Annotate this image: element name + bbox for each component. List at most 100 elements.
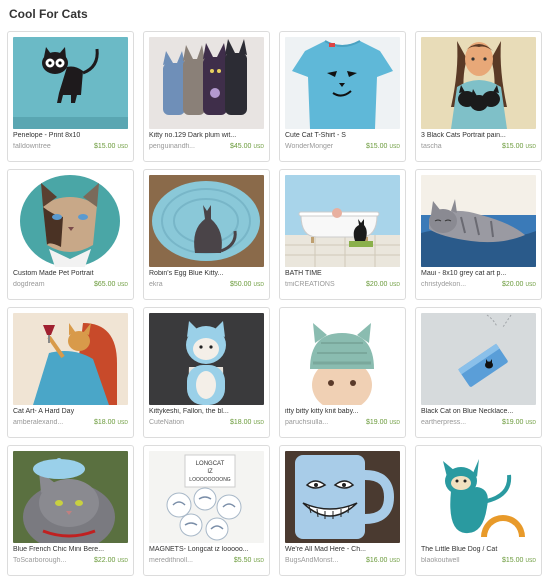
- shop-name[interactable]: BugsAndMonst...: [285, 557, 355, 564]
- listing-thumbnail[interactable]: [13, 175, 128, 267]
- listing-price: $50.00 USD: [230, 281, 264, 288]
- listing-price: $15.00 USD: [502, 557, 536, 564]
- listing-title[interactable]: BATH TIME: [285, 270, 401, 277]
- listing-card[interactable]: Kitty no.129 Dark plum wit... penguinand…: [143, 31, 270, 162]
- price-currency: USD: [117, 144, 128, 150]
- listing-thumbnail[interactable]: [285, 451, 400, 543]
- listing-thumbnail[interactable]: [421, 37, 536, 129]
- listing-thumbnail[interactable]: [285, 37, 400, 129]
- listing-card[interactable]: Robin's Egg Blue Kitty... ekra $50.00 USD: [143, 169, 270, 300]
- item-grid: Penelope - Print 8x10 falldowntree $15.0…: [7, 31, 542, 576]
- listing-card[interactable]: The Little Blue Dog / Cat blaokoutwell $…: [415, 445, 542, 576]
- listing-title[interactable]: The Little Blue Dog / Cat: [421, 546, 537, 553]
- price-amount: $20.00: [502, 281, 524, 288]
- svg-text:IZ: IZ: [207, 469, 213, 475]
- listing-card[interactable]: We're All Mad Here - Ch... BugsAndMonst.…: [279, 445, 406, 576]
- listing-title[interactable]: 3 Black Cats Portrait pain...: [421, 132, 537, 139]
- shop-name[interactable]: eartherpress...: [421, 419, 491, 426]
- listing-title[interactable]: Penelope - Print 8x10: [13, 132, 129, 139]
- listing-price: $5.50 USD: [234, 557, 264, 564]
- price-amount: $18.00: [230, 419, 252, 426]
- listing-card[interactable]: Blue French Chic Mini Bere... ToScarboro…: [7, 445, 134, 576]
- listing-thumbnail[interactable]: [13, 313, 128, 405]
- listing-title[interactable]: Custom Made Pet Portrait: [13, 270, 129, 277]
- svg-text:LONGCAT: LONGCAT: [196, 461, 225, 467]
- treasury-title: Cool For Cats: [9, 7, 88, 21]
- listing-price: $15.00 USD: [94, 143, 128, 150]
- price-amount: $15.00: [366, 143, 388, 150]
- listing-thumbnail[interactable]: [149, 175, 264, 267]
- listing-thumbnail[interactable]: [13, 37, 128, 129]
- listing-card[interactable]: Custom Made Pet Portrait dogdream $65.00…: [7, 169, 134, 300]
- listing-card[interactable]: Maui - 8x10 grey cat art p... christydek…: [415, 169, 542, 300]
- svg-text:LOOOOOOOONG: LOOOOOOOONG: [189, 477, 231, 483]
- listing-price: $20.00 USD: [502, 281, 536, 288]
- shop-name[interactable]: meredithnoll...: [149, 557, 219, 564]
- listing-title[interactable]: Robin's Egg Blue Kitty...: [149, 270, 265, 277]
- shop-name[interactable]: dogdream: [13, 281, 83, 288]
- shop-name[interactable]: ekra: [149, 281, 219, 288]
- listing-title[interactable]: Cat Art- A Hard Day: [13, 408, 129, 415]
- listing-thumbnail[interactable]: [421, 175, 536, 267]
- price-amount: $15.00: [502, 557, 524, 564]
- price-amount: $19.00: [366, 419, 388, 426]
- price-currency: USD: [117, 558, 128, 564]
- listing-title[interactable]: Kitty no.129 Dark plum wit...: [149, 132, 265, 139]
- listing-card[interactable]: Black Cat on Blue Necklace... eartherpre…: [415, 307, 542, 438]
- listing-card[interactable]: Penelope - Print 8x10 falldowntree $15.0…: [7, 31, 134, 162]
- listing-card[interactable]: Cat Art- A Hard Day amberalexand... $18.…: [7, 307, 134, 438]
- shop-name[interactable]: paruchsiulla...: [285, 419, 355, 426]
- shop-name[interactable]: falldowntree: [13, 143, 83, 150]
- listing-title[interactable]: Cute Cat T-Shirt - S: [285, 132, 401, 139]
- price-currency: USD: [389, 144, 400, 150]
- listing-title[interactable]: Kittykeshi, Fallon, the bl...: [149, 408, 265, 415]
- listing-price: $19.00 USD: [502, 419, 536, 426]
- price-amount: $50.00: [230, 281, 252, 288]
- shop-name[interactable]: christydekon...: [421, 281, 491, 288]
- listing-price: $22.00 USD: [94, 557, 128, 564]
- shop-name[interactable]: CuteNation: [149, 419, 219, 426]
- price-currency: USD: [117, 282, 128, 288]
- price-currency: USD: [525, 282, 536, 288]
- listing-title[interactable]: Blue French Chic Mini Bere...: [13, 546, 129, 553]
- shop-name[interactable]: ToScarborough...: [13, 557, 83, 564]
- shop-name[interactable]: tmiCREATIONS: [285, 281, 355, 288]
- shop-name[interactable]: WonderMonger: [285, 143, 355, 150]
- listing-title[interactable]: MAGNETS- Longcat iz looooo...: [149, 546, 265, 553]
- listing-price: $16.00 USD: [366, 557, 400, 564]
- shop-name[interactable]: amberalexand...: [13, 419, 83, 426]
- listing-card[interactable]: Kittykeshi, Fallon, the bl... CuteNation…: [143, 307, 270, 438]
- listing-thumbnail[interactable]: LONGCAT IZ LOOOOOOOONG: [149, 451, 264, 543]
- listing-card[interactable]: LONGCAT IZ LOOOOOOOONG MAGNETS- Longcat …: [143, 445, 270, 576]
- listing-thumbnail[interactable]: [13, 451, 128, 543]
- listing-card[interactable]: itty bitty kitty knit baby... paruchsiul…: [279, 307, 406, 438]
- listing-thumbnail[interactable]: [149, 313, 264, 405]
- listing-title[interactable]: We're All Mad Here - Ch...: [285, 546, 401, 553]
- listing-title[interactable]: itty bitty kitty knit baby...: [285, 408, 401, 415]
- price-amount: $19.00: [502, 419, 524, 426]
- listing-title[interactable]: Black Cat on Blue Necklace...: [421, 408, 537, 415]
- listing-thumbnail[interactable]: [285, 175, 400, 267]
- listing-price: $20.00 USD: [366, 281, 400, 288]
- shop-name[interactable]: blaokoutwell: [421, 557, 491, 564]
- listing-title[interactable]: Maui - 8x10 grey cat art p...: [421, 270, 537, 277]
- price-currency: USD: [525, 420, 536, 426]
- price-currency: USD: [253, 282, 264, 288]
- listing-price: $65.00 USD: [94, 281, 128, 288]
- listing-thumbnail[interactable]: [421, 313, 536, 405]
- price-amount: $18.00: [94, 419, 116, 426]
- listing-price: $18.00 USD: [94, 419, 128, 426]
- listing-thumbnail[interactable]: [421, 451, 536, 543]
- shop-name[interactable]: tascha: [421, 143, 491, 150]
- listing-card[interactable]: Cute Cat T-Shirt - S WonderMonger $15.00…: [279, 31, 406, 162]
- price-amount: $15.00: [502, 143, 524, 150]
- listing-price: $19.00 USD: [366, 419, 400, 426]
- listing-thumbnail[interactable]: [149, 37, 264, 129]
- shop-name[interactable]: penguinandfi...: [149, 143, 219, 150]
- price-amount: $45.00: [230, 143, 252, 150]
- price-currency: USD: [117, 420, 128, 426]
- listing-card[interactable]: BATH TIME tmiCREATIONS $20.00 USD: [279, 169, 406, 300]
- listing-thumbnail[interactable]: [285, 313, 400, 405]
- listing-card[interactable]: 3 Black Cats Portrait pain... tascha $15…: [415, 31, 542, 162]
- listing-price: $45.00 USD: [230, 143, 264, 150]
